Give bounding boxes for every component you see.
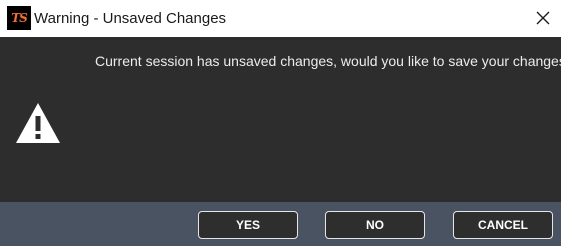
unsaved-changes-dialog: TS Warning - Unsaved Changes Current ses… (0, 0, 561, 246)
app-logo-icon: TS (7, 6, 31, 30)
warning-triangle-icon (16, 103, 60, 143)
window-title: Warning - Unsaved Changes (34, 10, 227, 27)
button-bar: YES NO CANCEL (0, 202, 561, 246)
dialog-message: Current session has unsaved changes, wou… (95, 53, 561, 69)
close-button[interactable] (529, 4, 557, 32)
yes-button[interactable]: YES (198, 211, 298, 239)
dialog-body: Current session has unsaved changes, wou… (0, 37, 561, 202)
no-button[interactable]: NO (325, 211, 425, 239)
close-icon (536, 11, 550, 25)
title-bar: TS Warning - Unsaved Changes (0, 0, 561, 37)
app-logo-text: TS (11, 11, 28, 25)
cancel-button[interactable]: CANCEL (453, 211, 553, 239)
